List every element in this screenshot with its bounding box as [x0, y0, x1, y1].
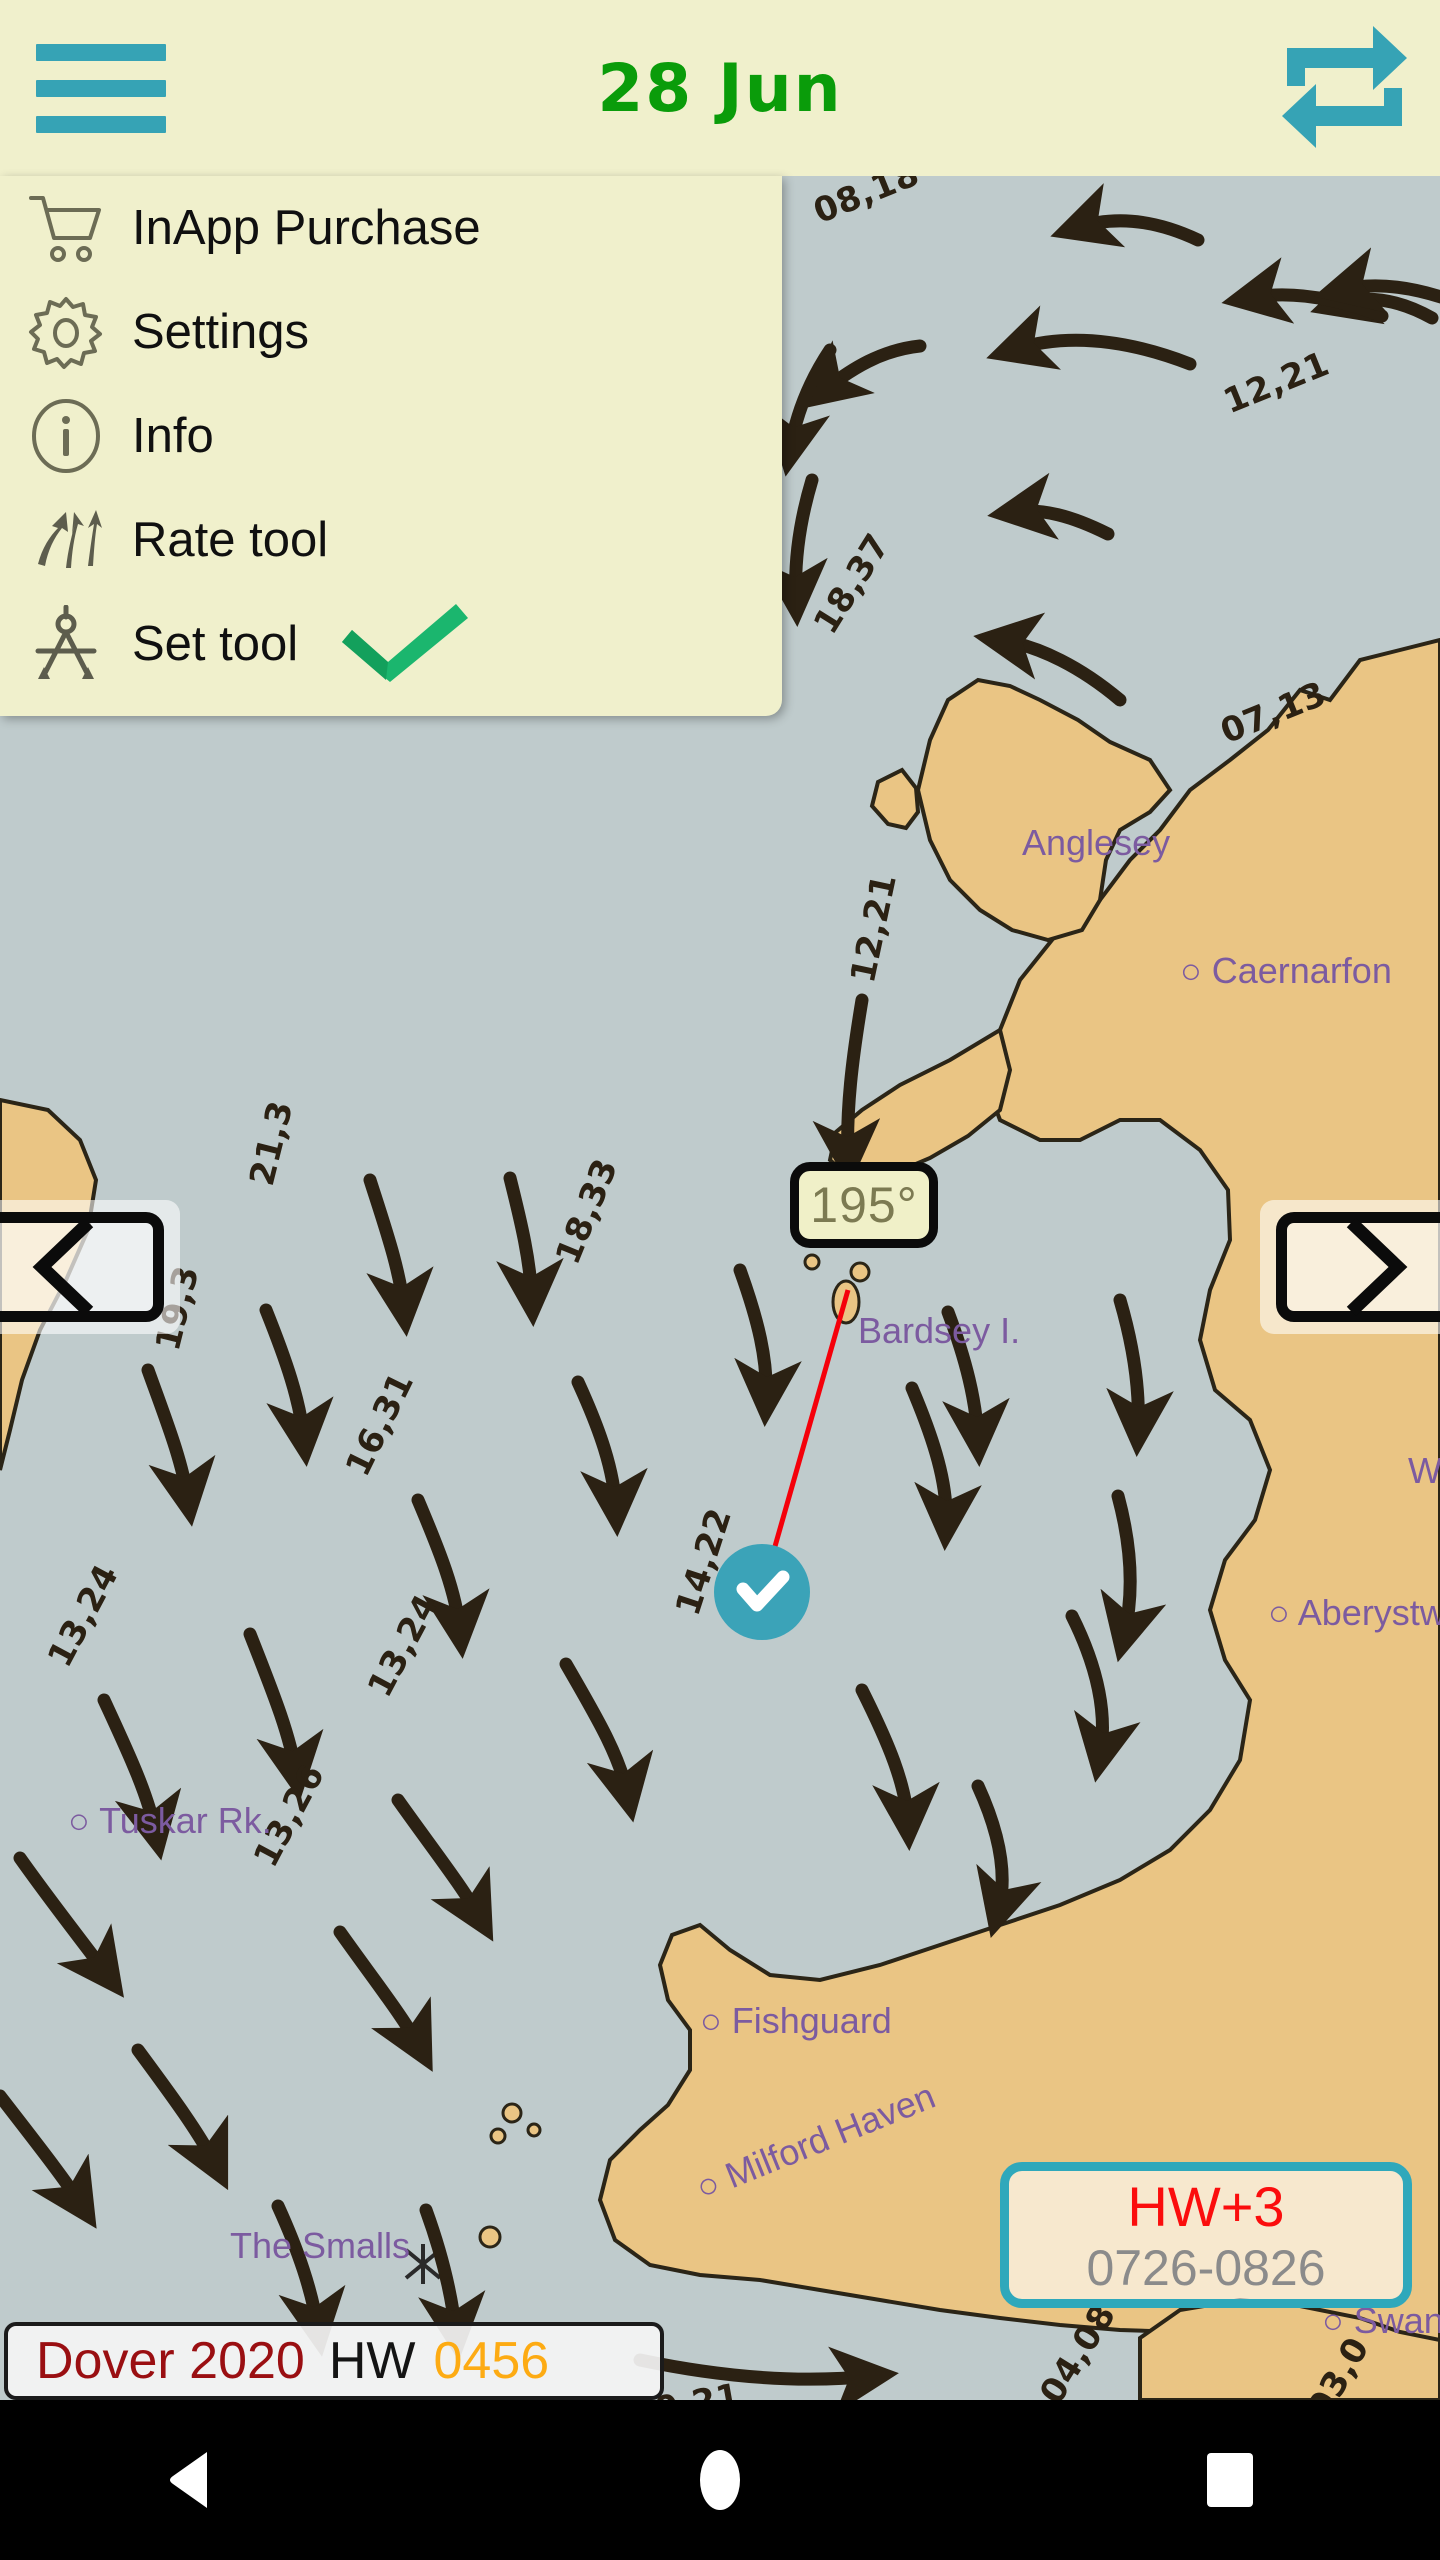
place-label: Anglesey	[1022, 822, 1171, 863]
menu-item-label: InApp Purchase	[132, 201, 481, 255]
menu-item-settings[interactable]: Settings	[0, 280, 782, 384]
menu-item-info[interactable]: Info	[0, 384, 782, 488]
place-label: W	[1408, 1450, 1440, 1491]
chevron-left-icon	[0, 1212, 164, 1322]
heading-badge[interactable]: 195°	[790, 1162, 938, 1248]
vessel-position-marker[interactable]	[714, 1544, 810, 1640]
menu-item-rate-tool[interactable]: Rate tool	[0, 488, 782, 592]
rate-arrows-icon	[0, 504, 132, 576]
menu-item-set-tool[interactable]: Set tool	[0, 592, 782, 696]
dividers-compass-icon	[0, 605, 132, 683]
place-label: ○ Tuskar Rk.	[68, 1800, 272, 1841]
place-label: Bardsey I.	[858, 1310, 1021, 1351]
set-tool-checkmark-icon	[336, 602, 476, 686]
heading-value: 195°	[810, 1177, 918, 1233]
menu-item-label: Settings	[132, 305, 310, 359]
chevron-right-icon	[1276, 1212, 1440, 1322]
check-mark-position-icon	[736, 1570, 790, 1612]
android-system-navigation-bar	[0, 2400, 1440, 2560]
place-label: ○ Fishguard	[700, 2000, 892, 2041]
recents-square-icon[interactable]	[1150, 2400, 1310, 2560]
page-title: 28 Jun	[597, 49, 843, 127]
gear-icon	[0, 294, 132, 370]
back-triangle-icon[interactable]	[110, 2400, 270, 2560]
next-hour-button[interactable]	[1260, 1200, 1440, 1334]
shopping-cart-icon	[0, 192, 132, 264]
high-water-time: 0456	[433, 2332, 550, 2390]
menu-item-label: Rate tool	[132, 513, 329, 567]
reference-port-label: Dover 2020	[36, 2332, 305, 2390]
home-circle-icon[interactable]	[640, 2400, 800, 2560]
info-circle-icon	[0, 398, 132, 474]
menu-item-label: Info	[132, 409, 214, 463]
place-label: ○ Aberystwyth	[1268, 1592, 1440, 1633]
reference-port-status-bar[interactable]: Dover 2020 HW 0456	[4, 2322, 664, 2400]
app-root: 08,1812,2118,3707,1312,2121,319,318,3316…	[0, 0, 1440, 2560]
place-label: ○ Caernarfon	[1180, 950, 1392, 991]
high-water-label: HW	[328, 2332, 416, 2390]
swap-arrows-icon[interactable]	[1277, 22, 1412, 152]
tide-window-label: 0726-0826	[1086, 2240, 1326, 2296]
tide-phase-label: HW+3	[1127, 2175, 1285, 2238]
previous-hour-button[interactable]	[0, 1200, 180, 1334]
tide-phase-box[interactable]: HW+3 0726-0826	[1000, 2162, 1412, 2308]
app-header: 28 Jun	[0, 0, 1440, 176]
place-label: The Smalls	[230, 2225, 411, 2266]
menu-item-label: Set tool	[132, 617, 299, 671]
menu-item-inapp-purchase[interactable]: InApp Purchase	[0, 176, 782, 280]
navigation-drawer[interactable]: InApp Purchase Settings Info Rate tool S…	[0, 176, 782, 716]
